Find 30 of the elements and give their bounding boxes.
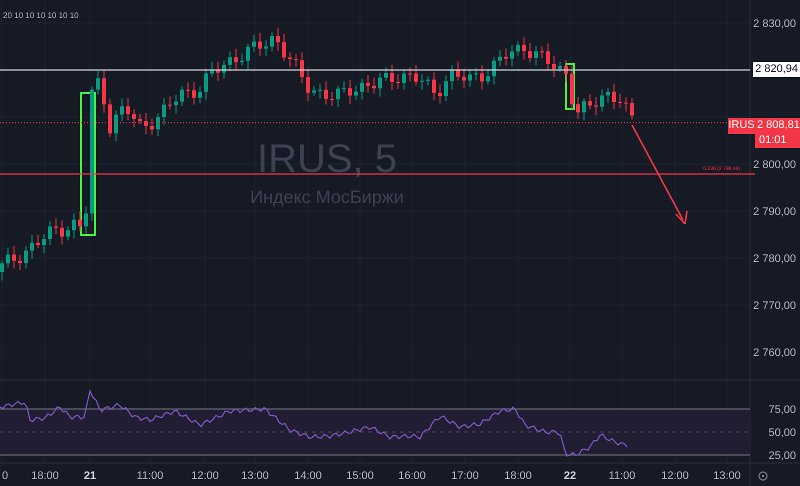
rsi-label: 75,00 xyxy=(768,404,796,416)
symbol-label: IRUS xyxy=(728,118,755,134)
time-label: 11:00 xyxy=(136,470,164,482)
rsi-label: 50,00 xyxy=(768,427,796,439)
highlight-box xyxy=(565,63,575,110)
time-label: 18:00 xyxy=(504,470,532,482)
time-label: 18:00 xyxy=(31,470,59,482)
price-label: 2 800,00 xyxy=(753,159,796,171)
time-label: 13:00 xyxy=(241,470,269,482)
rsi-label: 25,00 xyxy=(768,450,796,462)
price-line-label: 2 820,94 xyxy=(753,62,800,77)
time-label: 13:00 xyxy=(713,470,741,482)
time-label: 11:00 xyxy=(608,470,636,482)
price-label: 2 790,00 xyxy=(753,206,796,218)
time-label: 21 xyxy=(84,470,96,482)
time-label: 14:00 xyxy=(294,470,322,482)
price-label: 2 760,00 xyxy=(753,347,796,359)
time-label: 16:00 xyxy=(398,470,426,482)
price-label: 2 770,00 xyxy=(753,300,796,312)
price-label: 2 780,00 xyxy=(753,253,796,265)
time-label: 12:00 xyxy=(661,470,689,482)
time-label: 0 xyxy=(2,470,8,482)
time-label: 22 xyxy=(564,470,576,482)
last-price: 2 808,81 xyxy=(755,118,800,133)
time-label: 12:00 xyxy=(191,470,219,482)
countdown-timer: 01:01 xyxy=(755,133,800,148)
price-label: 2 830,00 xyxy=(753,18,796,30)
time-label: 17:00 xyxy=(451,470,479,482)
indicator-values: 20 10 10 10 10 10 10 xyxy=(3,11,79,20)
time-label: 15:00 xyxy=(346,470,374,482)
